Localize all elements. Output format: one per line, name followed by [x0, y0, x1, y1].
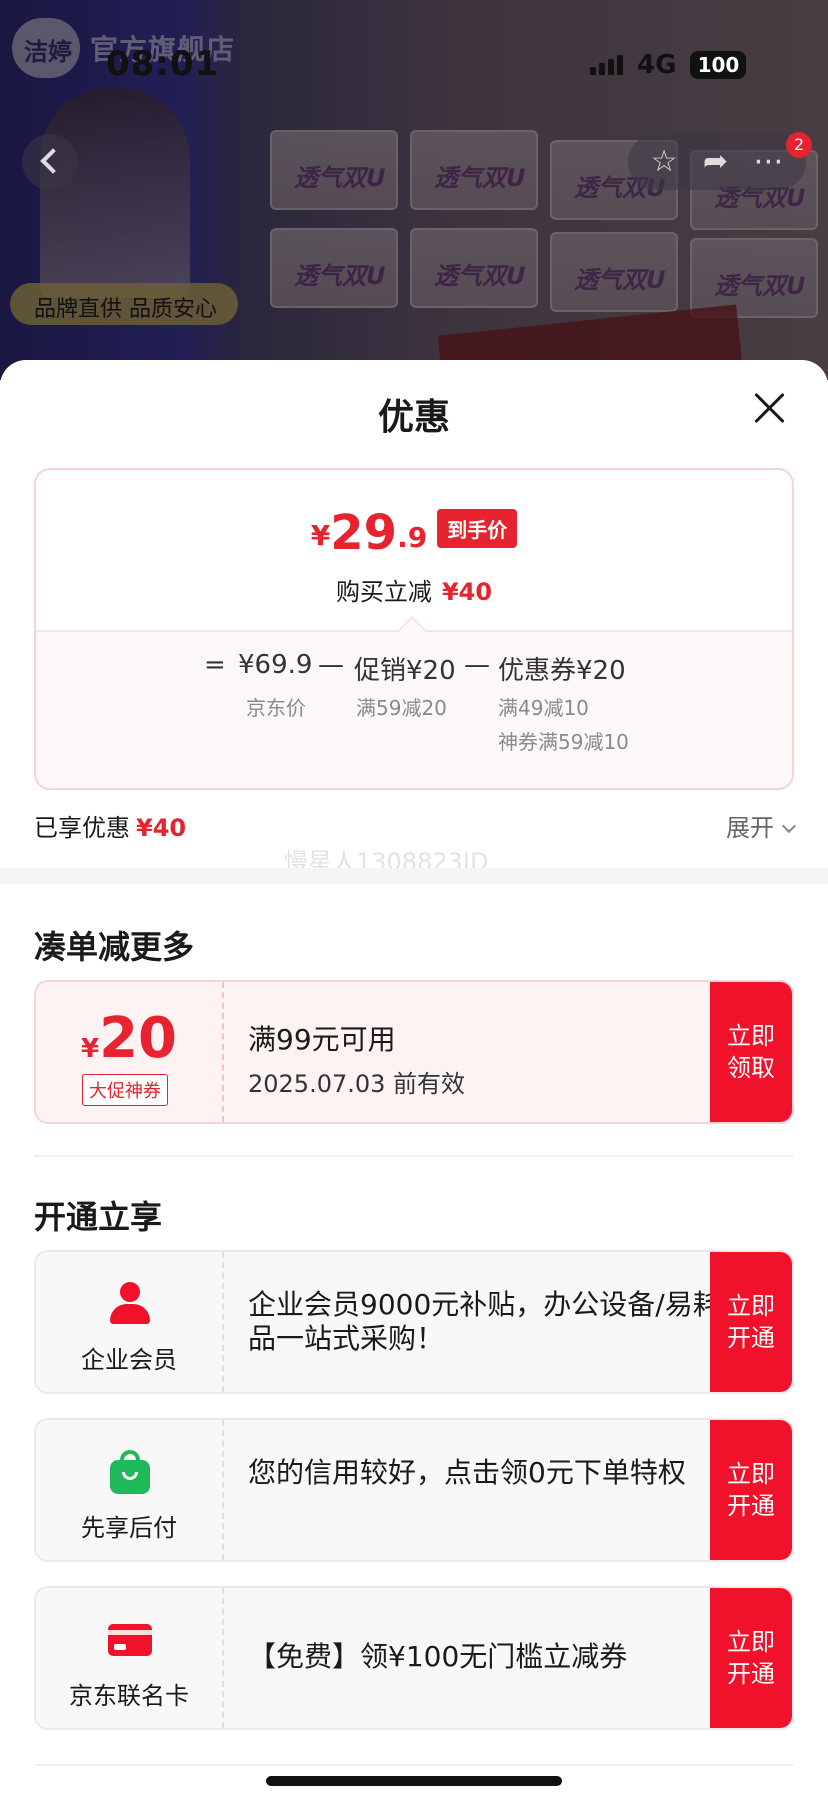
jd-price: ¥69.9: [238, 650, 313, 680]
home-indicator[interactable]: [266, 1776, 562, 1786]
price-formula-area: = ¥69.9 京东价 — 促销¥20 满59减20 — 优惠券¥20 满49减…: [36, 630, 792, 788]
buy-reduce-line: 购买立减 ¥40: [36, 572, 792, 607]
close-icon[interactable]: [752, 390, 788, 426]
coupon-card: ¥20 大促神券 满99元可用 2025.07.03 前有效 立即领取: [34, 980, 794, 1124]
minus-sign: —: [318, 650, 344, 680]
service-icon-area: 京东联名卡: [36, 1588, 224, 1728]
coupon-condition: 满49减10: [498, 696, 589, 720]
more-icon[interactable]: ⋯: [753, 147, 783, 177]
network-type: 4G: [637, 50, 677, 80]
jd-price-label: 京东价: [246, 696, 306, 720]
claim-coupon-button[interactable]: 立即领取: [710, 982, 792, 1122]
star-icon[interactable]: ☆: [651, 147, 678, 177]
service-label: 先享后付: [81, 1514, 177, 1542]
coupon-condition: 满99元可用: [248, 1023, 396, 1056]
card-icon: [108, 1618, 152, 1662]
service-description: 您的信用较好，点击领0元下单特权: [248, 1456, 686, 1489]
promo-amount: 促销¥20: [354, 656, 456, 686]
promo-condition: 满59减20: [356, 696, 447, 720]
service-icon-area: 先享后付: [36, 1420, 224, 1560]
coupon-value: ¥20: [36, 1006, 222, 1071]
final-price: ¥ 29 .9 到手价: [36, 508, 792, 558]
equals-sign: =: [204, 650, 226, 680]
share-icon[interactable]: ➦: [703, 147, 728, 177]
coupon-amount: 优惠券¥20: [498, 656, 626, 686]
section-divider: [0, 868, 828, 884]
buy-reduce-value: ¥40: [441, 578, 493, 606]
open-section-title: 开通立享: [34, 1198, 163, 1236]
minus-sign: —: [464, 650, 490, 680]
divider: [34, 1155, 794, 1157]
product-page-background: 透气双U 透气双U 透气双U 透气双U 透气双U 透气双U 透气双U 透气双U …: [0, 0, 828, 380]
user-icon: [108, 1282, 152, 1326]
shopping-bag-icon: [108, 1450, 152, 1494]
price-decimal: .9: [397, 521, 428, 554]
divider: [34, 1764, 794, 1766]
service-label: 京东联名卡: [69, 1682, 189, 1710]
coupon-currency: ¥: [80, 1034, 100, 1064]
enjoyed-label: 已享优惠: [34, 814, 130, 842]
coupon-expiry: 2025.07.03 前有效: [248, 1070, 466, 1098]
buy-reduce-label: 购买立减: [335, 578, 432, 606]
service-card-enterprise: 企业会员 企业会员9000元补贴，办公设备/易耗品一站式采购！ 立即开通: [34, 1250, 794, 1394]
price-integer: 29: [330, 505, 398, 561]
battery-icon: 100: [690, 51, 747, 79]
back-button[interactable]: [22, 134, 78, 190]
nav-action-group: ☆ ➦ ⋯: [628, 134, 806, 190]
service-description: 【免费】领¥100无门槛立减券: [248, 1640, 628, 1673]
service-card-pay-later: 先享后付 您的信用较好，点击领0元下单特权 立即开通: [34, 1418, 794, 1562]
open-co-brand-card-button[interactable]: 立即开通: [710, 1588, 792, 1728]
cart-badge: 2: [786, 132, 812, 158]
bundle-section-title: 凑单减更多: [34, 928, 195, 966]
expand-button[interactable]: 展开: [726, 808, 797, 843]
service-label: 企业会员: [81, 1346, 177, 1374]
sheet-title: 优惠: [377, 397, 450, 438]
super-coupon-condition: 神券满59减10: [498, 730, 629, 754]
service-icon-area: 企业会员: [36, 1252, 224, 1392]
final-price-area: ¥ 29 .9 到手价 购买立减 ¥40: [36, 470, 792, 630]
price-currency: ¥: [310, 519, 331, 552]
open-enterprise-button[interactable]: 立即开通: [710, 1252, 792, 1392]
final-price-tag: 到手价: [437, 509, 518, 548]
chevron-down-icon: [781, 818, 797, 834]
status-icons: 4G 100: [590, 50, 747, 80]
price-breakdown-card: ¥ 29 .9 到手价 购买立减 ¥40 = ¥69.9 京东价 — 促销¥20 …: [34, 468, 794, 790]
service-card-co-brand: 京东联名卡 【免费】领¥100无门槛立减券 立即开通: [34, 1586, 794, 1730]
service-description: 企业会员9000元补贴，办公设备/易耗品一站式采购！: [248, 1288, 721, 1355]
enjoyed-value: ¥40: [136, 814, 187, 842]
coupon-amount-area: ¥20 大促神券: [36, 982, 224, 1122]
expand-label: 展开: [726, 814, 774, 842]
open-pay-later-button[interactable]: 立即开通: [710, 1420, 792, 1560]
coupon-amount: 20: [99, 1006, 178, 1071]
status-time: 08:01: [106, 44, 220, 84]
coupon-type-tag: 大促神券: [82, 1074, 168, 1106]
signal-icon: [590, 55, 623, 75]
discount-sheet: 优惠 ¥ 29 .9 到手价 购买立减 ¥40 = ¥69.9 京东价 — 促销¥…: [0, 360, 828, 1801]
